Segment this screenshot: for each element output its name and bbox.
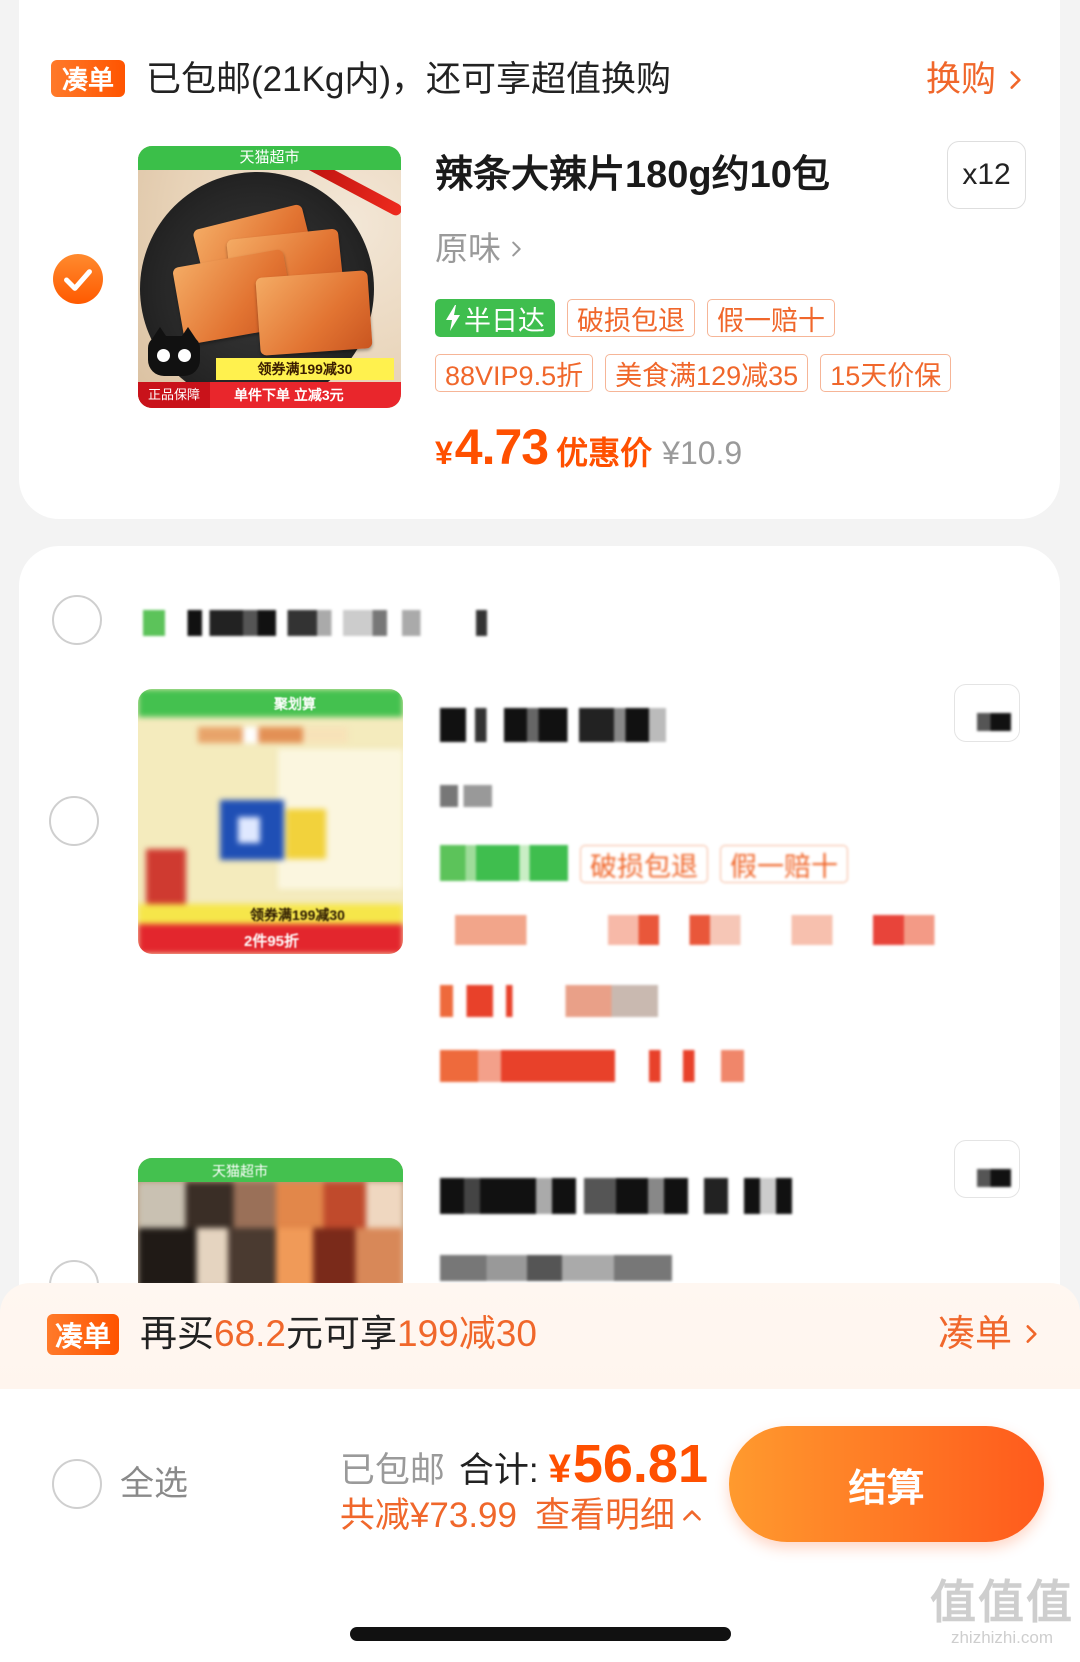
add-on-prefix: 再买 xyxy=(140,1313,214,1354)
watermark-domain: zhizhizhi.com xyxy=(950,1628,1054,1647)
item-checkbox[interactable] xyxy=(49,796,99,846)
tag-food-coupon: 美食满129减35 xyxy=(605,354,809,392)
view-details-label: 查看明细 xyxy=(534,1496,675,1535)
image-discount-label: 2件95折 xyxy=(244,933,300,950)
blurred-product-title[interactable] xyxy=(440,708,730,742)
blurred-tag xyxy=(440,845,568,881)
total-amount: 56.81 xyxy=(572,1434,708,1494)
variant-selector[interactable]: 原味 xyxy=(435,226,527,272)
product-title[interactable]: 辣条大辣片180g约10包 xyxy=(435,150,830,200)
blurred-delivery-info xyxy=(440,1050,820,1082)
savings-summary: 共减 ¥73.99 查看明细 xyxy=(340,1494,705,1538)
tag-damage-return: 破损包退 xyxy=(567,299,695,337)
promotion-tags: 88VIP9.5折 美食满129减35 15天价保 xyxy=(435,354,952,392)
add-on-link-label: 凑单 xyxy=(938,1313,1012,1354)
blurred-store-name[interactable] xyxy=(143,610,513,636)
exchange-purchase-label: 换购 xyxy=(925,60,996,99)
checkout-bar: 全选 已包邮 合计: ¥ 56.81 共减 ¥73.99 查看明细 结算 xyxy=(0,1389,1080,1662)
lightning-icon xyxy=(445,305,461,331)
blurred-promotion-tags xyxy=(455,915,965,945)
watermark-logo: 值值值 xyxy=(930,1576,1074,1628)
blurred-variant[interactable] xyxy=(440,785,492,807)
service-tags: 半日达 破损包退 假一赔十 xyxy=(435,299,835,337)
savings-label: 共减 xyxy=(339,1496,410,1535)
image-bottom-band: 正品保障 单件下单 立减3元 xyxy=(138,382,401,408)
discount-price: 4.73 xyxy=(454,419,549,475)
product-image[interactable]: 天猫超市 领券满199减30 正品保障 单件下单 立减3元 xyxy=(138,146,401,408)
exchange-purchase-link[interactable]: 换购 xyxy=(926,57,1028,103)
tag-88vip-discount: 88VIP9.5折 xyxy=(435,354,594,392)
image-snack-slice xyxy=(255,270,373,356)
image-store-label: 天猫超市 xyxy=(138,146,401,170)
add-on-mid: 元可享 xyxy=(286,1313,398,1354)
checkout-button[interactable]: 结算 xyxy=(729,1426,1044,1542)
chevron-right-icon xyxy=(1002,67,1028,93)
quantity-selector[interactable]: x12 xyxy=(947,141,1026,209)
image-coupon-label: 领券满199减30 xyxy=(216,358,394,380)
tmall-cat-icon xyxy=(148,327,200,376)
home-indicator[interactable] xyxy=(350,1627,731,1641)
add-on-banner: 凑单 再买68.2元可享199减30 凑单 xyxy=(0,1283,1080,1393)
tag-half-day-delivery: 半日达 xyxy=(435,299,555,337)
promo-badge: 凑单 xyxy=(51,60,125,97)
image-top-band xyxy=(138,1158,403,1182)
tag-label: 半日达 xyxy=(464,305,545,336)
blurred-product-title[interactable] xyxy=(440,1178,840,1214)
blurred-quantity xyxy=(977,713,1011,731)
quantity-selector[interactable] xyxy=(954,684,1020,742)
cart-store-card: 聚划算 领券满199减30 2件95折 破损包退 假一赔十 天猫超市 xyxy=(19,546,1060,1423)
item-checkbox[interactable] xyxy=(53,254,103,304)
select-all-label[interactable]: 全选 xyxy=(120,1462,188,1506)
view-details-link[interactable]: 查看明细 xyxy=(535,1494,705,1538)
savings-amount: ¥73.99 xyxy=(409,1496,517,1535)
chevron-right-icon xyxy=(1018,1321,1044,1347)
add-on-offer: 199减30 xyxy=(397,1313,537,1354)
cart-store-card: 凑单 已包邮(21Kg内)，还可享超值换购 换购 天猫超市 领券满199减30 … xyxy=(19,0,1060,519)
watermark: 值值值 zhizhizhi.com xyxy=(930,1576,1074,1648)
total-currency: ¥ xyxy=(548,1447,571,1491)
total-label: 合计: xyxy=(458,1451,539,1490)
select-all-checkbox[interactable] xyxy=(52,1459,102,1509)
product-image[interactable]: 聚划算 领券满199减30 2件95折 xyxy=(138,689,403,954)
chevron-up-icon xyxy=(679,1503,705,1529)
price-currency: ¥ xyxy=(435,435,453,471)
check-icon xyxy=(64,269,92,291)
add-on-amount: 68.2 xyxy=(214,1313,287,1354)
image-promo-label: 聚划算 xyxy=(274,696,316,712)
price-row: ¥ 4.73 优惠价 ¥10.9 xyxy=(435,418,742,476)
original-price: ¥10.9 xyxy=(662,435,743,471)
tag-fake-compensation: 假一赔十 xyxy=(720,845,848,883)
add-on-message: 再买68.2元可享199减30 xyxy=(140,1311,537,1357)
image-coupon-label: 领券满199减30 xyxy=(250,907,345,923)
blurred-price xyxy=(440,985,770,1017)
add-on-link[interactable]: 凑单 xyxy=(938,1311,1044,1357)
discount-price-label: 优惠价 xyxy=(556,435,653,471)
image-guarantee-label: 正品保障 xyxy=(138,382,210,408)
shipping-status: 已包邮 xyxy=(339,1451,445,1490)
promo-text: 已包邮(21Kg内)，还可享超值换购 xyxy=(146,60,672,99)
chevron-right-icon xyxy=(505,238,527,260)
blurred-image-content xyxy=(138,1228,403,1288)
image-promo-label: 单件下单 立减3元 xyxy=(234,387,344,403)
blurred-variant[interactable] xyxy=(440,1255,730,1281)
tag-damage-return: 破损包退 xyxy=(580,845,708,883)
tag-fake-compensation: 假一赔十 xyxy=(707,299,835,337)
total-summary: 已包邮 合计: ¥ 56.81 xyxy=(340,1433,708,1495)
tag-price-protection: 15天价保 xyxy=(820,354,952,392)
add-on-badge: 凑单 xyxy=(47,1314,119,1355)
service-tags: 破损包退 假一赔十 xyxy=(440,845,848,883)
blurred-quantity xyxy=(977,1169,1011,1187)
store-checkbox[interactable] xyxy=(52,595,102,645)
quantity-selector[interactable] xyxy=(954,1140,1020,1198)
variant-label: 原味 xyxy=(435,230,501,267)
image-store-label: 天猫超市 xyxy=(212,1163,268,1179)
